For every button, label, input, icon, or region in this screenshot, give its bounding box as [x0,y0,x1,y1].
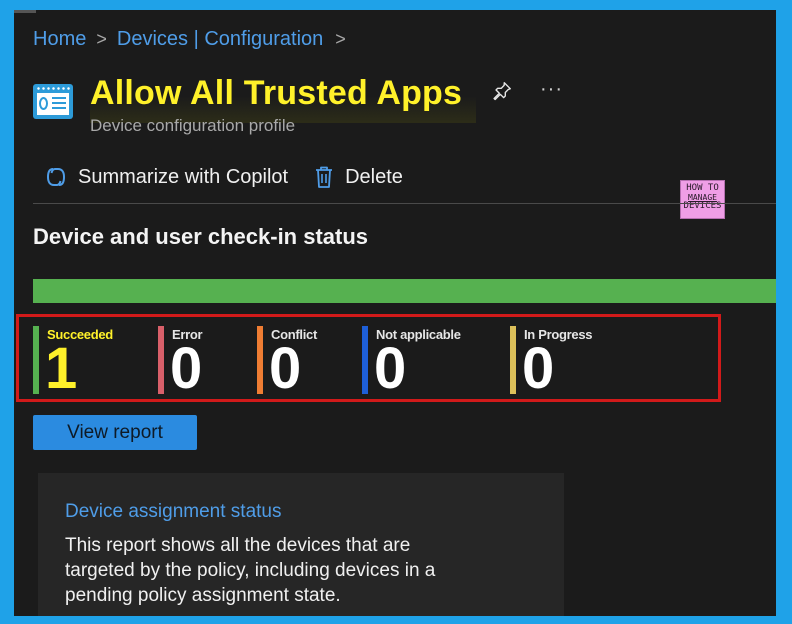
stat-value: 0 [374,336,407,401]
delete-label: Delete [345,165,403,188]
more-options-icon[interactable]: ··· [540,78,563,101]
page-subtitle: Device configuration profile [90,116,296,135]
stat-error[interactable]: Error 0 [158,326,238,401]
delete-button[interactable]: Delete [313,165,403,189]
stat-conflict[interactable]: Conflict 0 [257,326,347,401]
breadcrumb-devices-configuration[interactable]: Devices | Configuration [117,28,323,51]
checkin-status-bar [33,279,776,303]
logo-line-1: HOW TO [686,183,719,193]
stat-color-line [158,326,164,394]
stat-value: 0 [170,336,203,401]
summarize-label: Summarize with Copilot [78,165,289,188]
breadcrumb-separator: > [96,29,107,49]
stat-succeeded[interactable]: Succeeded 1 [33,326,133,401]
stat-value: 0 [522,336,555,401]
stat-in-progress[interactable]: In Progress 0 [510,326,620,401]
device-assignment-description: This report shows all the devices that a… [65,535,436,606]
stat-value: 0 [269,336,302,401]
checkin-status-title: Device and user check-in status [33,224,369,249]
stat-value: 1 [45,336,78,401]
breadcrumb: Home > Devices | Configuration > [33,28,356,51]
stat-color-line [257,326,263,394]
device-assignment-status-link[interactable]: Device assignment status [65,501,282,523]
pin-icon[interactable] [491,80,513,102]
view-report-button[interactable]: View report [33,415,197,450]
breadcrumb-home[interactable]: Home [33,28,86,51]
device-assignment-card: Device assignment status This report sho… [38,473,564,616]
stat-color-line [362,326,368,394]
trash-icon [316,166,333,188]
top-accent-line [14,10,36,13]
toolbar-divider [33,203,776,204]
summarize-with-copilot-button[interactable]: Summarize with Copilot [44,165,288,189]
command-bar: Summarize with Copilot Delete [44,165,403,189]
configuration-profile-icon [33,84,73,119]
how-to-manage-devices-logo: HOW TO MANAGE DEVICES [680,180,725,219]
copilot-icon [46,168,66,186]
breadcrumb-separator: > [335,29,346,49]
portal-frame: Home > Devices | Configuration > Allow A… [14,10,776,616]
stat-color-line [33,326,39,394]
stat-color-line [510,326,516,394]
stat-not-applicable[interactable]: Not applicable 0 [362,326,492,401]
